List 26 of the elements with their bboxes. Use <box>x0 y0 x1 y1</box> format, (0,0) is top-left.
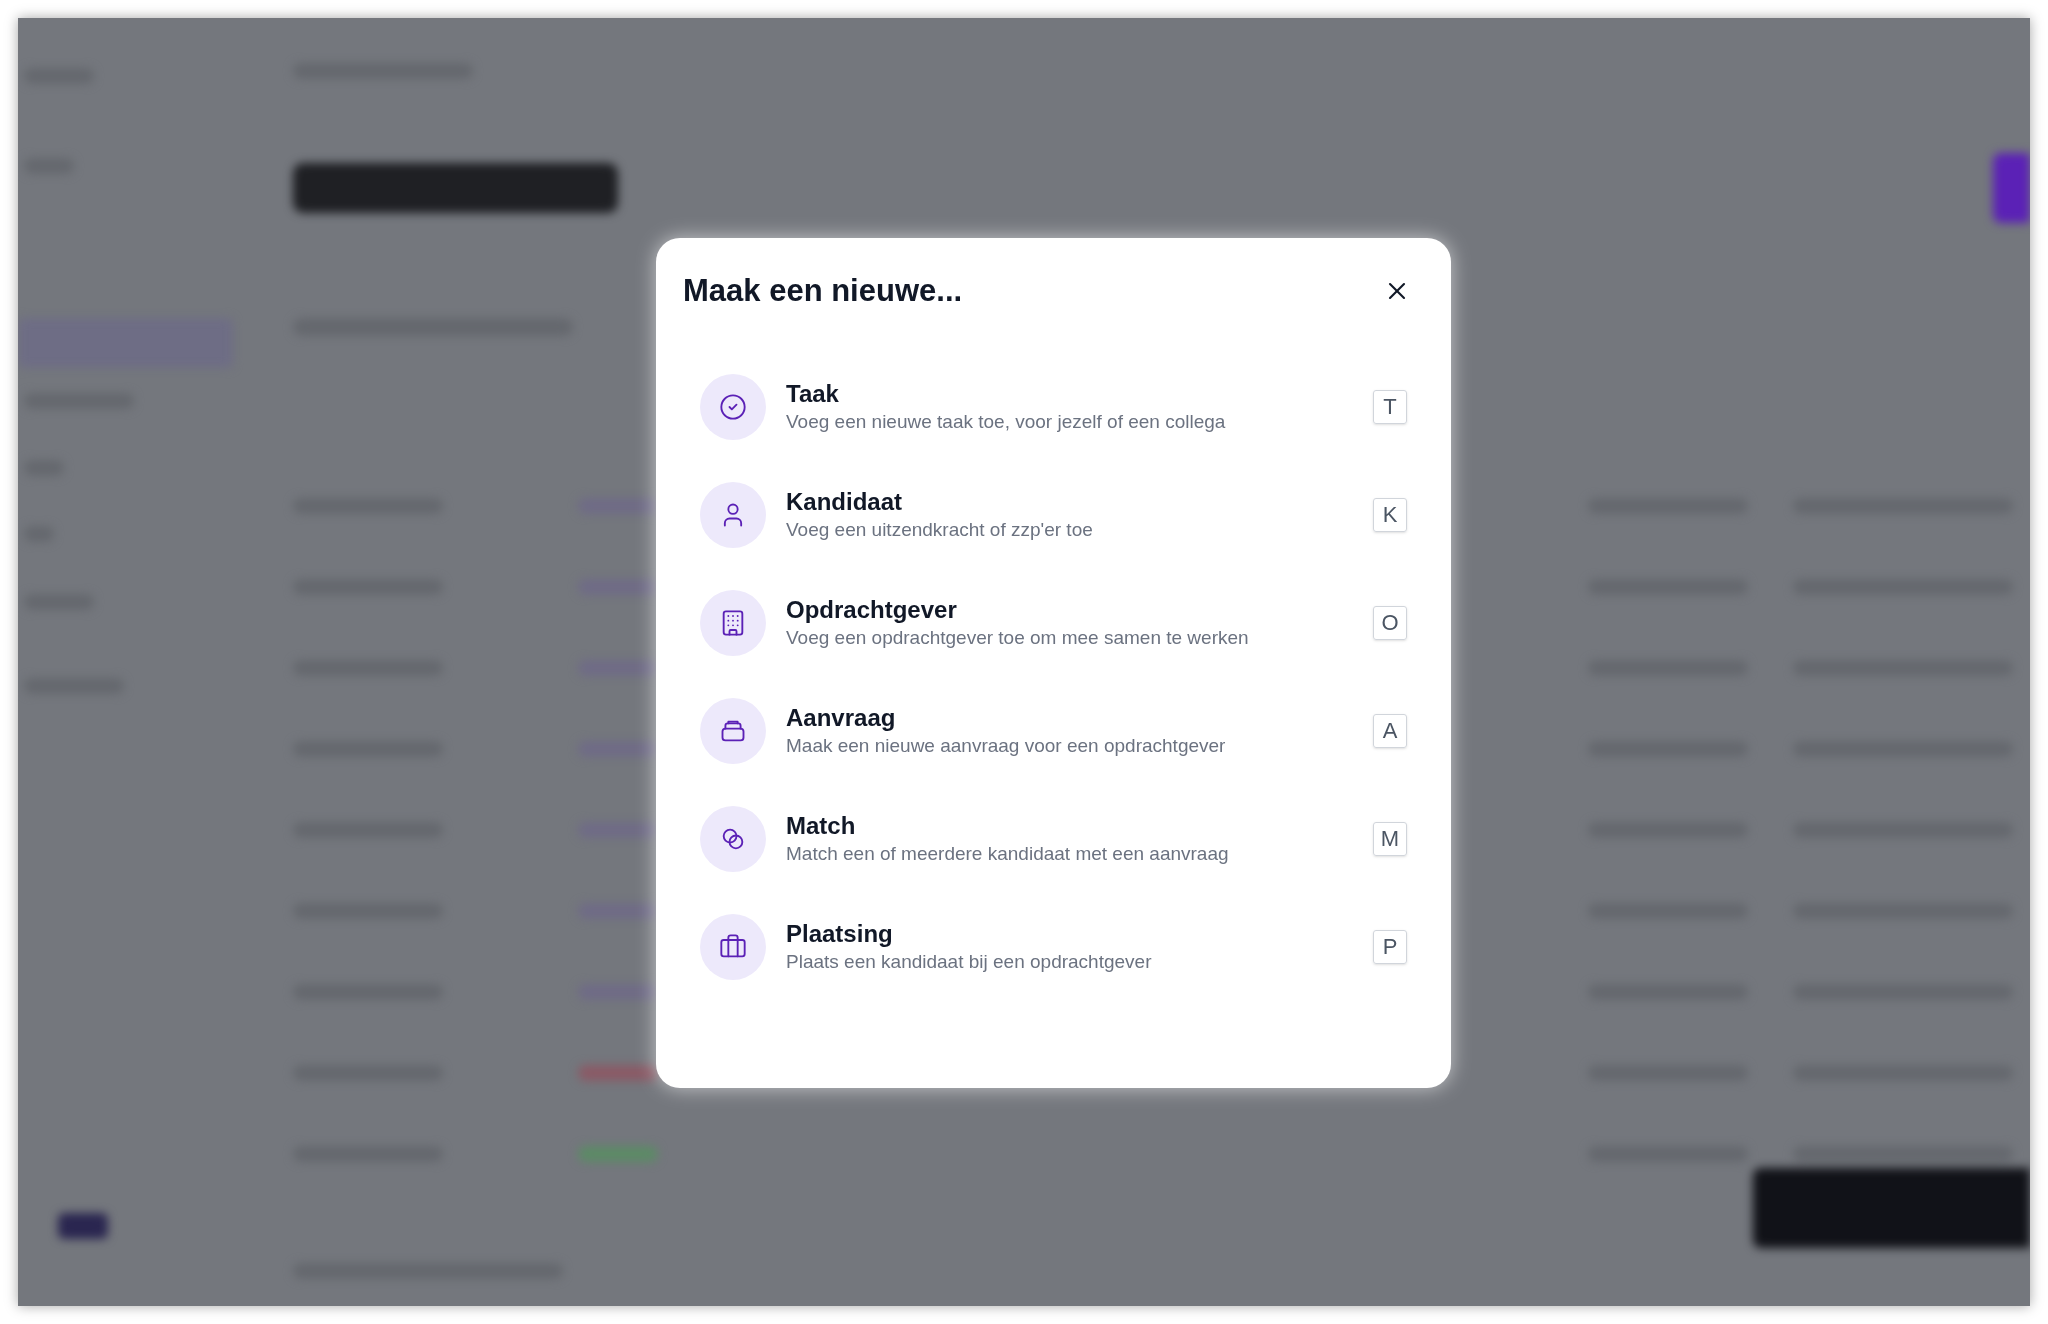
menu-item[interactable]: Kandidaat Voeg een uitzendkracht of zzp'er toe K <box>656 460 1451 569</box>
item-description: Maak een nieuwe aanvraag voor een opdrachtgever <box>786 733 1227 758</box>
item-description: Match een of meerdere kandidaat met een aanvraag <box>786 841 1230 866</box>
check-circle-icon <box>719 392 747 421</box>
shortcut-key: T <box>1373 389 1407 424</box>
item-description: Voeg een opdrachtgever toe om mee samen te werken <box>786 625 1250 650</box>
item-title: Taak <box>786 378 840 409</box>
shortcut-key: K <box>1373 497 1407 532</box>
item-title: Opdrachtgever <box>786 594 958 625</box>
shortcut-key: O <box>1373 605 1407 640</box>
item-title: Match <box>786 810 857 841</box>
dialog-title: Maak een nieuwe... <box>683 272 963 310</box>
menu-item[interactable]: Aanvraag Maak een nieuwe aanvraag voor een opdrachtgever A <box>656 676 1451 785</box>
item-title: Aanvraag <box>786 702 897 733</box>
item-description: Plaats een kandidaat bij een opdrachtgever <box>786 949 1153 974</box>
item-title: Kandidaat <box>786 486 903 517</box>
menu-item[interactable]: Match Match een of meerdere kandidaat met een aanvraag M <box>656 784 1451 893</box>
shortcut-key: M <box>1373 821 1407 856</box>
shortcut-key: P <box>1373 929 1407 964</box>
item-title: Plaatsing <box>786 918 894 949</box>
menu-item[interactable]: Plaatsing Plaats een kandidaat bij een opdrachtgever P <box>656 892 1451 1001</box>
menu-item[interactable]: Taak Voeg een nieuwe taak toe, voor jezelf of een collega T <box>656 352 1451 461</box>
shortcut-key: A <box>1373 713 1407 748</box>
item-description: Voeg een uitzendkracht of zzp'er toe <box>786 517 1094 542</box>
item-description: Voeg een nieuwe taak toe, voor jezelf of een collega <box>786 409 1227 434</box>
menu-item[interactable]: Opdrachtgever Voeg een opdrachtgever toe om mee samen te werken O <box>656 568 1451 677</box>
